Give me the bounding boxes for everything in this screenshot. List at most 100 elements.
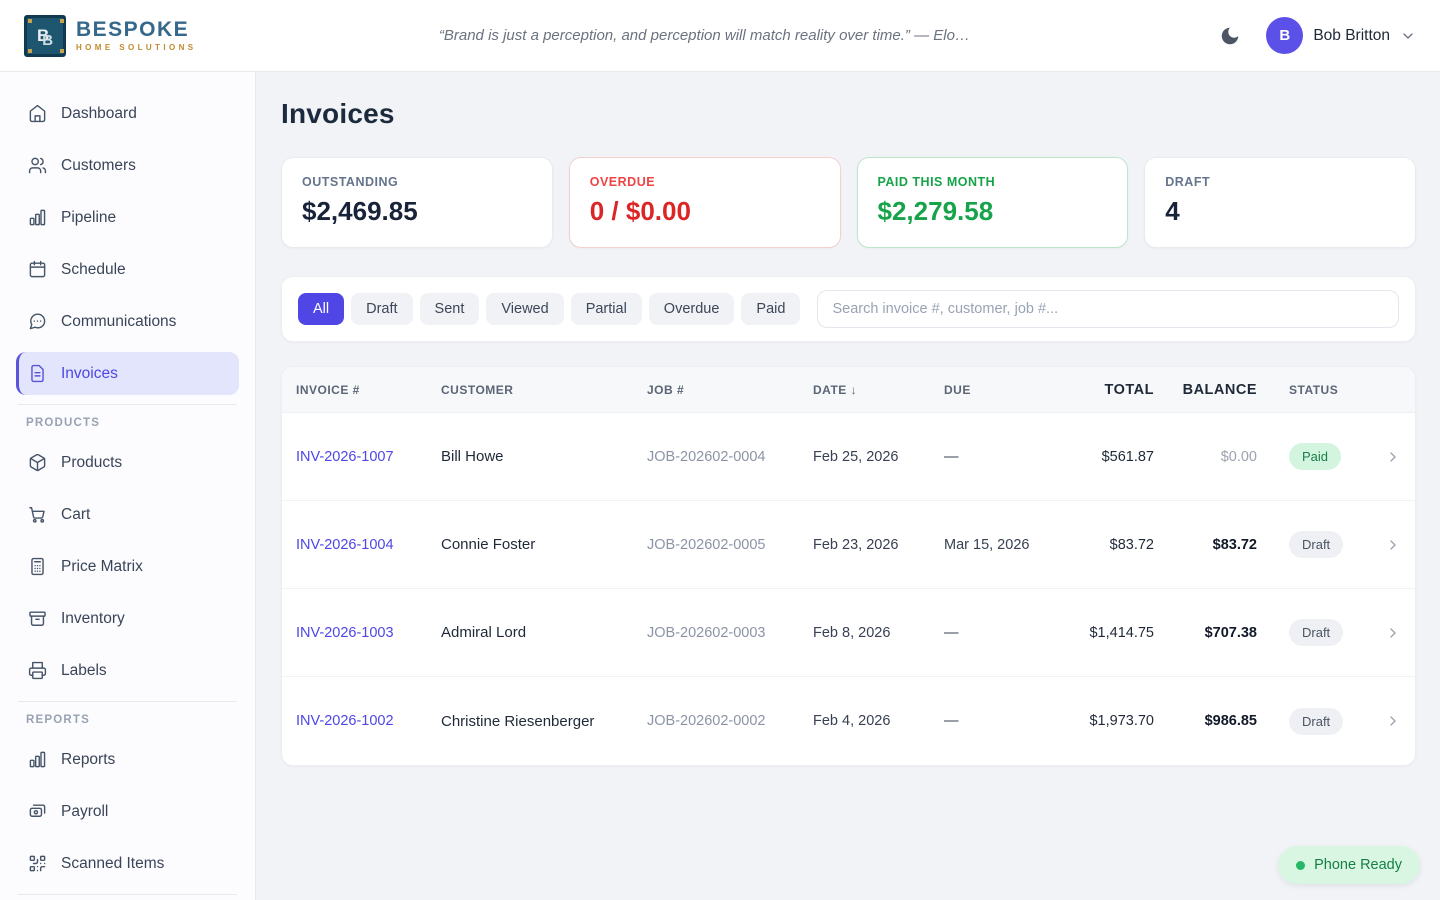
- brand-logo[interactable]: B B BESPOKE HOME SOLUTIONS: [24, 15, 197, 57]
- search-input[interactable]: [817, 290, 1399, 328]
- job-number: JOB-202602-0002: [647, 713, 813, 729]
- col-header-date-sorted[interactable]: DATE ↓: [813, 383, 944, 397]
- status-badge: Draft: [1289, 619, 1343, 646]
- job-number: JOB-202602-0003: [647, 625, 813, 641]
- sidebar-item-label: Payroll: [61, 803, 108, 821]
- invoice-total: $83.72: [1052, 537, 1154, 553]
- sidebar-item-payroll[interactable]: Payroll: [16, 790, 239, 833]
- bar-chart-icon: [28, 750, 47, 769]
- sidebar-item-customers[interactable]: Customers: [16, 144, 239, 187]
- filter-chip-overdue[interactable]: Overdue: [649, 293, 735, 325]
- col-header-total[interactable]: TOTAL: [1052, 382, 1154, 398]
- col-header-customer[interactable]: CUSTOMER: [441, 383, 647, 397]
- stat-card-overdue: OVERDUE 0 / $0.00: [569, 157, 841, 248]
- sidebar-item-label: Scanned Items: [61, 855, 164, 873]
- col-header-due[interactable]: DUE: [944, 383, 1052, 397]
- sidebar-item-labels[interactable]: Labels: [16, 649, 239, 692]
- invoices-table: INVOICE # CUSTOMER JOB # DATE ↓ DUE TOTA…: [281, 366, 1416, 766]
- filter-chip-viewed[interactable]: Viewed: [486, 293, 563, 325]
- invoice-row[interactable]: INV-2026-1004 Connie Foster JOB-202602-0…: [282, 501, 1415, 589]
- sidebar-item-products[interactable]: Products: [16, 441, 239, 484]
- invoice-row[interactable]: INV-2026-1003 Admiral Lord JOB-202602-00…: [282, 589, 1415, 677]
- main-content: Invoices OUTSTANDING $2,469.85 OVERDUE 0…: [257, 72, 1440, 900]
- invoice-total: $1,414.75: [1052, 625, 1154, 641]
- page-title: Invoices: [281, 98, 1416, 130]
- invoice-number-link[interactable]: INV-2026-1004: [296, 537, 441, 553]
- stat-value: 4: [1165, 196, 1395, 227]
- invoice-date: Feb 25, 2026: [813, 449, 944, 465]
- chat-icon: [28, 312, 47, 331]
- calendar-icon: [28, 260, 47, 279]
- stat-value: $2,469.85: [302, 196, 532, 227]
- customer-name: Connie Foster: [441, 536, 647, 553]
- col-header-status[interactable]: STATUS: [1257, 383, 1375, 397]
- sidebar-item-label: Communications: [61, 313, 176, 331]
- phone-ready-status[interactable]: Phone Ready: [1278, 846, 1420, 884]
- col-header-job[interactable]: JOB #: [647, 383, 813, 397]
- chevron-right-icon[interactable]: [1375, 449, 1401, 465]
- sidebar-item-pipeline[interactable]: Pipeline: [16, 196, 239, 239]
- chevron-right-icon[interactable]: [1375, 537, 1401, 553]
- invoice-row[interactable]: INV-2026-1002 Christine Riesenberger JOB…: [282, 677, 1415, 765]
- header-quote: “Brand is just a perception, and percept…: [197, 27, 1213, 44]
- invoice-date: Feb 8, 2026: [813, 625, 944, 641]
- sidebar-item-label: Pipeline: [61, 209, 116, 227]
- sidebar-item-dashboard[interactable]: Dashboard: [16, 92, 239, 135]
- invoice-number-link[interactable]: INV-2026-1002: [296, 713, 441, 729]
- sidebar-item-scanned-items[interactable]: Scanned Items: [16, 842, 239, 885]
- chevron-right-icon[interactable]: [1375, 625, 1401, 641]
- sidebar-item-communications[interactable]: Communications: [16, 300, 239, 343]
- sidebar: Dashboard Customers Pipeline Schedule Co…: [0, 72, 256, 900]
- due-date: —: [944, 713, 1052, 729]
- chevron-right-icon[interactable]: [1375, 713, 1401, 729]
- sidebar-item-label: Customers: [61, 157, 136, 175]
- calculator-icon: [28, 557, 47, 576]
- logo-letter: B: [42, 33, 53, 48]
- sidebar-item-reports[interactable]: Reports: [16, 738, 239, 781]
- filter-chip-paid[interactable]: Paid: [741, 293, 800, 325]
- user-menu[interactable]: B Bob Britton: [1266, 17, 1416, 54]
- filter-chip-partial[interactable]: Partial: [571, 293, 642, 325]
- brand-name: BESPOKE: [76, 19, 197, 40]
- phone-status-dot: [1296, 861, 1305, 870]
- package-icon: [28, 453, 47, 472]
- col-header-invoice[interactable]: INVOICE #: [296, 383, 441, 397]
- stat-label: PAID THIS MONTH: [878, 175, 1108, 189]
- sidebar-section-products: PRODUCTS: [26, 417, 229, 429]
- chevron-down-icon: [1400, 28, 1416, 44]
- sidebar-item-inventory[interactable]: Inventory: [16, 597, 239, 640]
- sidebar-item-label: Labels: [61, 662, 107, 680]
- filter-bar: All Draft Sent Viewed Partial Overdue Pa…: [281, 276, 1416, 342]
- users-icon: [28, 156, 47, 175]
- sidebar-item-schedule[interactable]: Schedule: [16, 248, 239, 291]
- col-header-balance[interactable]: BALANCE: [1154, 382, 1257, 398]
- invoice-number-link[interactable]: INV-2026-1003: [296, 625, 441, 641]
- invoice-number-link[interactable]: INV-2026-1007: [296, 449, 441, 465]
- sidebar-item-label: Reports: [61, 751, 115, 769]
- invoice-row[interactable]: INV-2026-1007 Bill Howe JOB-202602-0004 …: [282, 413, 1415, 501]
- customer-name: Bill Howe: [441, 448, 647, 465]
- invoice-balance: $986.85: [1154, 713, 1257, 729]
- sidebar-item-label: Cart: [61, 506, 90, 524]
- sidebar-item-price-matrix[interactable]: Price Matrix: [16, 545, 239, 588]
- filter-chip-sent[interactable]: Sent: [420, 293, 480, 325]
- table-header-row: INVOICE # CUSTOMER JOB # DATE ↓ DUE TOTA…: [282, 367, 1415, 413]
- brand-tagline: HOME SOLUTIONS: [76, 43, 197, 52]
- banknotes-icon: [28, 802, 47, 821]
- filter-chip-all[interactable]: All: [298, 293, 344, 325]
- dark-mode-toggle[interactable]: [1212, 18, 1248, 54]
- sidebar-item-cart[interactable]: Cart: [16, 493, 239, 536]
- sidebar-item-invoices[interactable]: Invoices: [16, 352, 239, 395]
- stat-label: DRAFT: [1165, 175, 1395, 189]
- home-icon: [28, 104, 47, 123]
- stat-value: $2,279.58: [878, 196, 1108, 227]
- customer-name: Christine Riesenberger: [441, 713, 647, 730]
- filter-chip-draft[interactable]: Draft: [351, 293, 412, 325]
- sidebar-item-label: Inventory: [61, 610, 125, 628]
- sidebar-divider: [18, 894, 237, 895]
- due-date: —: [944, 449, 1052, 465]
- sidebar-item-label: Schedule: [61, 261, 126, 279]
- top-header: B B BESPOKE HOME SOLUTIONS “Brand is jus…: [0, 0, 1440, 72]
- status-badge: Draft: [1289, 708, 1343, 735]
- sidebar-item-label: Dashboard: [61, 105, 137, 123]
